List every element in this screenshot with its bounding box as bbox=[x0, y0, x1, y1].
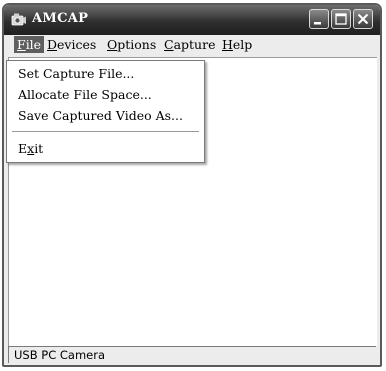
menu-file[interactable]: File bbox=[14, 36, 45, 53]
menu-devices[interactable]: Devices bbox=[44, 36, 99, 53]
title-bar[interactable]: AMCAP bbox=[4, 5, 380, 35]
status-text: USB PC Camera bbox=[14, 348, 106, 362]
menu-devices-mnemonic: D bbox=[47, 37, 58, 52]
file-menu-dropdown: Set Capture File... Allocate File Space.… bbox=[6, 60, 205, 163]
menu-item-exit-pre: E bbox=[18, 141, 28, 156]
app-window: AMCAP File Devices Options Capture Help bbox=[2, 3, 382, 367]
menu-item-allocate-file-space[interactable]: Allocate File Space... bbox=[18, 86, 152, 104]
camera-icon[interactable] bbox=[11, 12, 27, 27]
status-bar: USB PC Camera bbox=[8, 346, 376, 363]
menu-file-mnemonic: F bbox=[17, 37, 26, 52]
menu-capture-mnemonic: C bbox=[164, 37, 174, 52]
menu-options[interactable]: Options bbox=[104, 36, 159, 53]
menu-help-label: elp bbox=[232, 37, 253, 52]
close-button[interactable] bbox=[353, 9, 373, 29]
menu-file-label: ile bbox=[25, 37, 42, 52]
menu-capture[interactable]: Capture bbox=[161, 36, 218, 53]
maximize-icon bbox=[335, 13, 347, 25]
menu-options-mnemonic: O bbox=[107, 37, 118, 52]
minimize-button[interactable] bbox=[309, 9, 329, 29]
menu-help[interactable]: Help bbox=[219, 36, 255, 53]
menu-options-label: ptions bbox=[117, 37, 157, 52]
minimize-icon bbox=[314, 22, 321, 25]
menu-separator bbox=[12, 131, 199, 133]
window-title: AMCAP bbox=[32, 11, 89, 26]
menu-help-mnemonic: H bbox=[222, 37, 233, 52]
menu-capture-label: apture bbox=[173, 37, 216, 52]
close-icon bbox=[357, 13, 369, 25]
menu-item-save-captured-video-as[interactable]: Save Captured Video As... bbox=[18, 107, 183, 125]
menu-item-exit-rest: it bbox=[34, 141, 44, 156]
menu-item-exit[interactable]: Exit bbox=[18, 140, 43, 158]
menu-bar: File Devices Options Capture Help bbox=[4, 35, 380, 54]
menu-devices-label: evices bbox=[57, 37, 97, 52]
menu-item-set-capture-file[interactable]: Set Capture File... bbox=[18, 65, 134, 83]
maximize-button[interactable] bbox=[331, 9, 351, 29]
